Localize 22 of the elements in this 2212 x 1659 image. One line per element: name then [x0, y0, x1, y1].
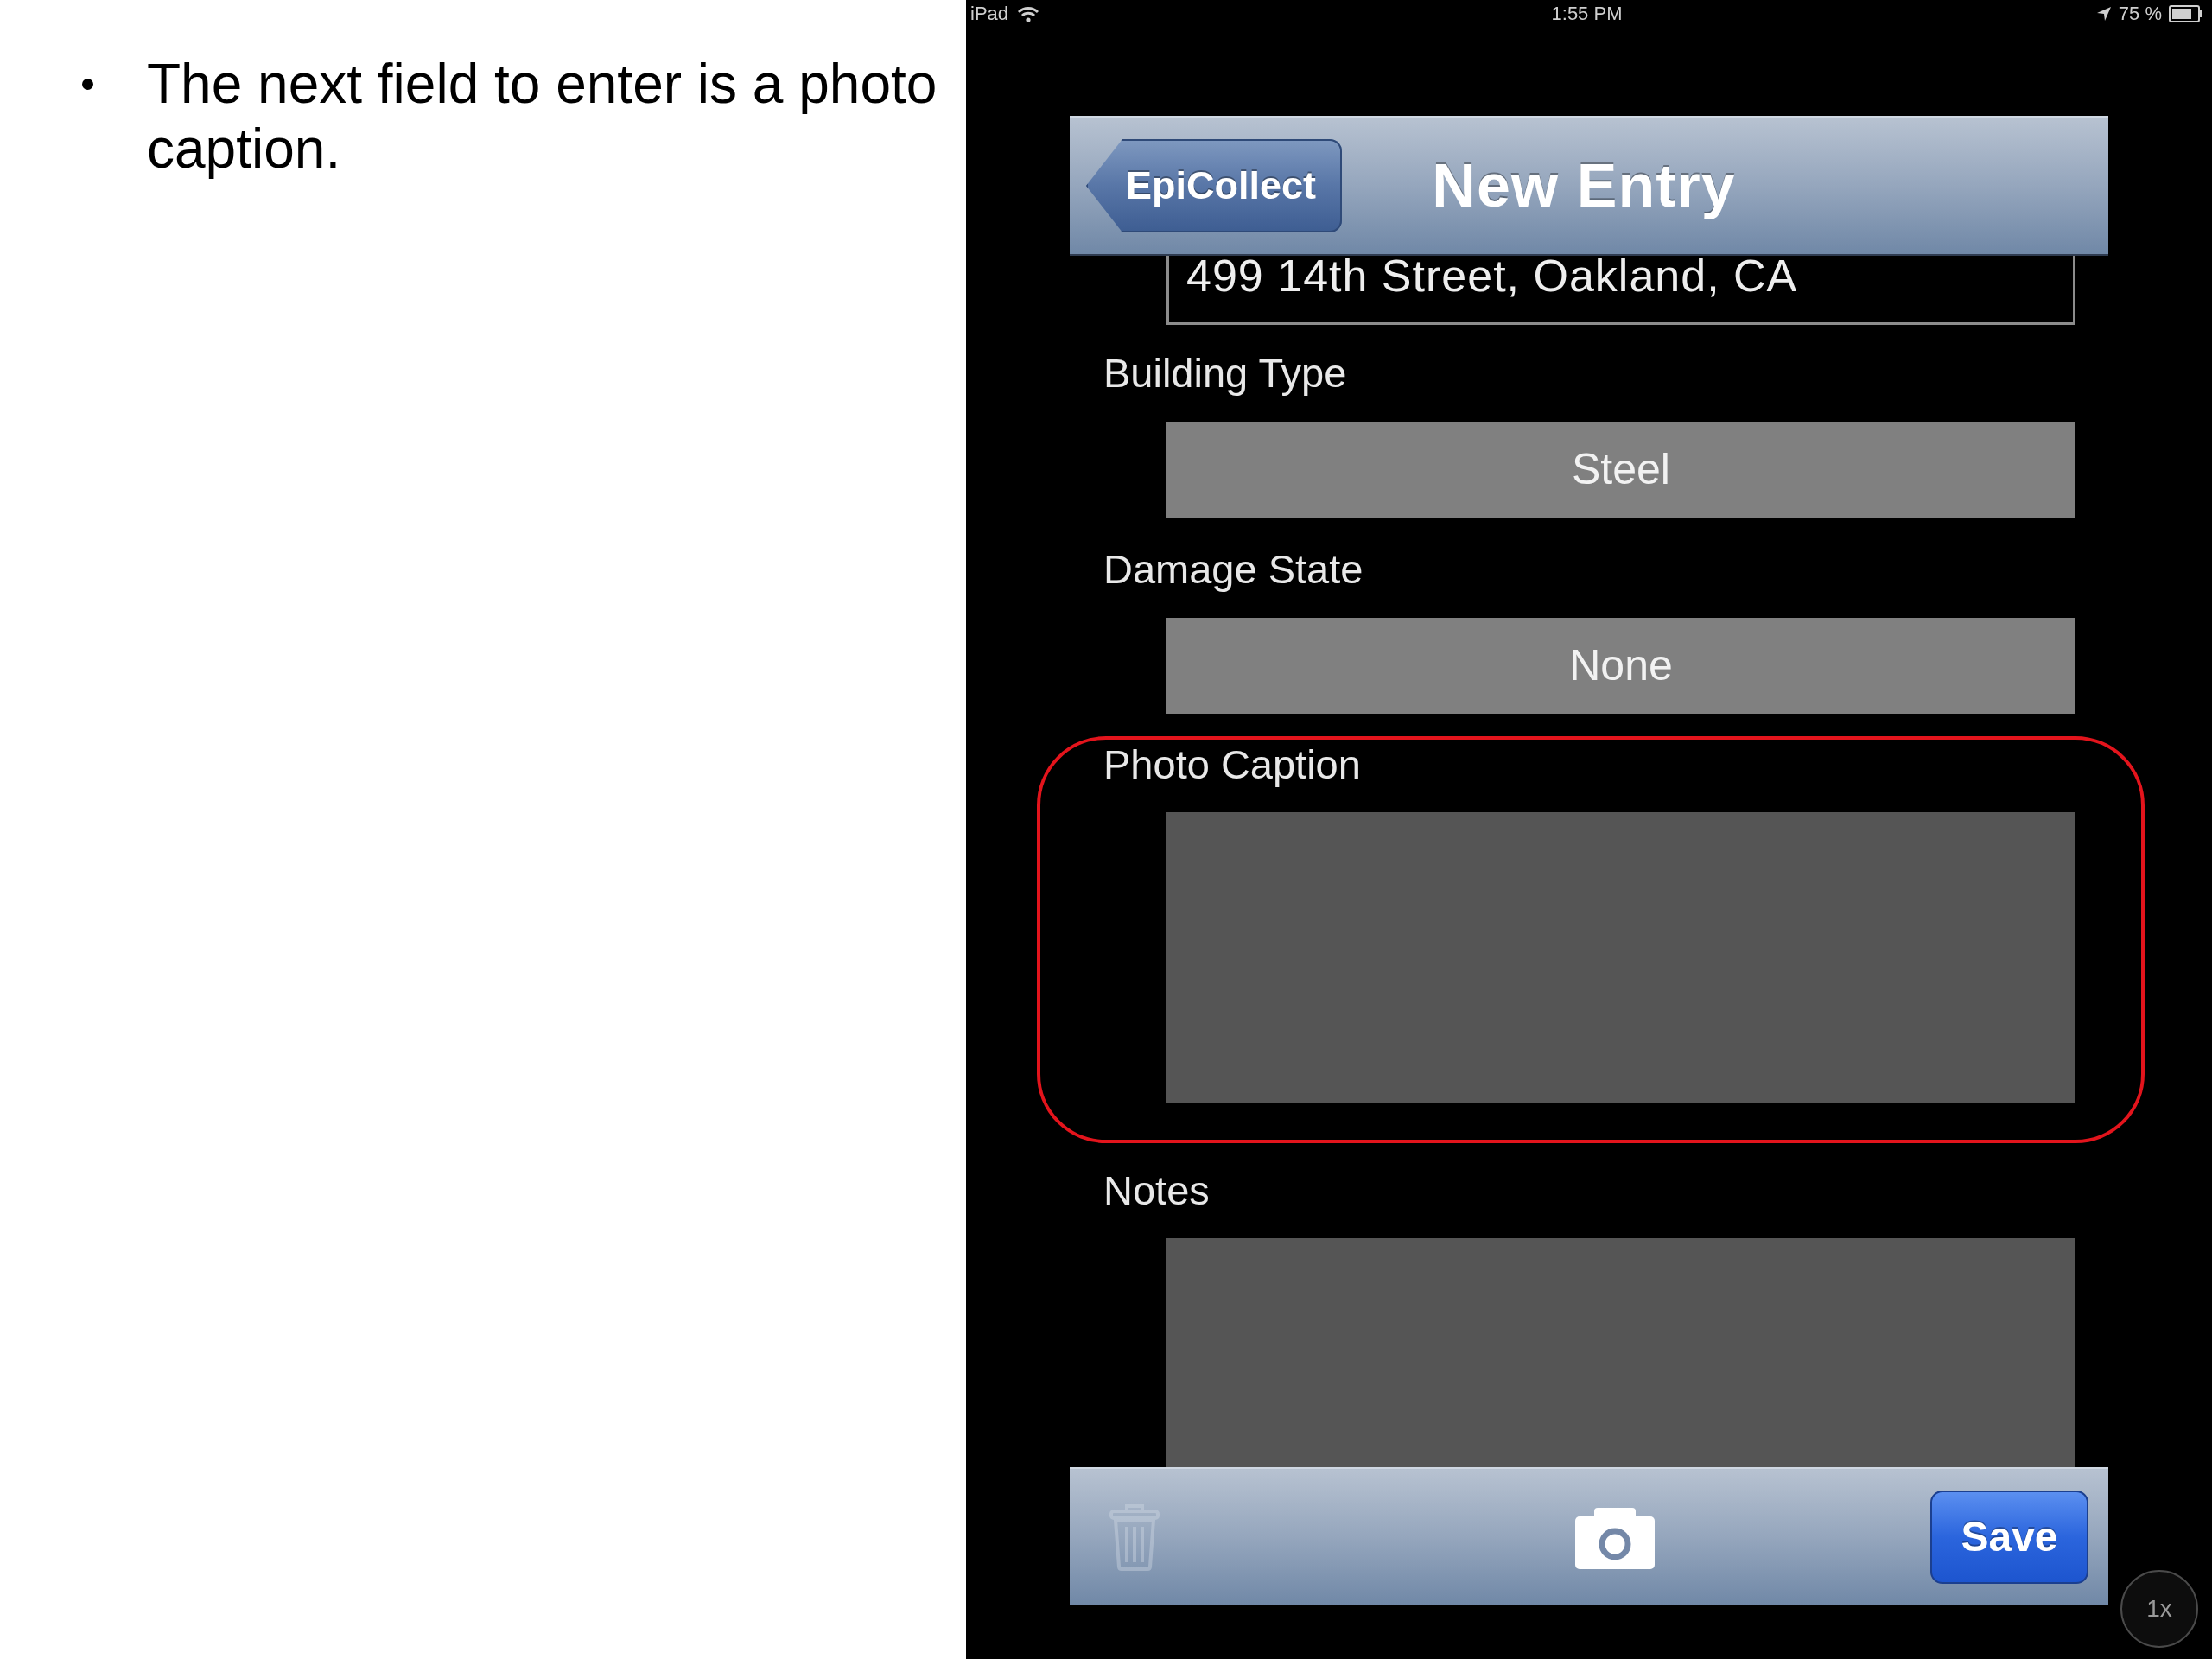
camera-icon[interactable]: [1574, 1505, 1655, 1569]
bullet-text: The next field to enter is a photo caption.: [147, 52, 938, 181]
field-label: Damage State: [1103, 545, 1363, 594]
battery-percent: 75 %: [2118, 3, 2162, 25]
location-arrow-icon: [2095, 6, 2112, 22]
field-label: Building Type: [1103, 349, 1347, 397]
picker-field[interactable]: None: [1166, 618, 2075, 714]
text-area[interactable]: [1166, 812, 2075, 1103]
text-field[interactable]: 499 14th Street, Oakland, CA: [1166, 256, 2075, 325]
field-label: Photo Caption: [1103, 741, 1361, 789]
bullet-icon: [82, 79, 93, 90]
screen-title: New Entry: [1432, 151, 1736, 221]
battery-icon: [2169, 5, 2203, 22]
wifi-icon: [1017, 5, 1040, 22]
save-button[interactable]: Save: [1930, 1491, 2088, 1584]
back-button[interactable]: EpiCollect: [1086, 139, 1343, 232]
device-name: iPad: [970, 3, 1009, 25]
zoom-button[interactable]: 1x: [2120, 1570, 2198, 1648]
text-area[interactable]: [1166, 1238, 2075, 1467]
picker-field[interactable]: Steel: [1166, 422, 2075, 518]
time-label: 1:55 PM: [1551, 3, 1623, 24]
field-label: Notes: [1103, 1166, 1210, 1215]
